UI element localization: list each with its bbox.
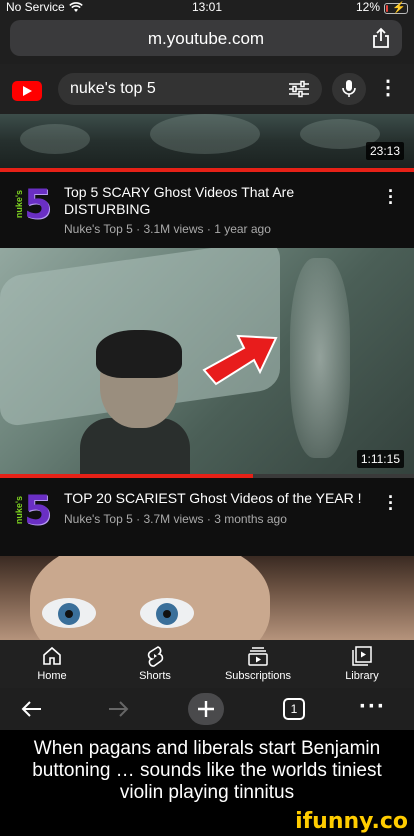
nav-label: Subscriptions bbox=[224, 670, 292, 682]
channel-name[interactable]: Nuke's Top 5 bbox=[64, 222, 133, 236]
youtube-bottom-nav: Home Shorts Subscriptions Library bbox=[0, 640, 414, 688]
mic-icon bbox=[342, 80, 356, 97]
youtube-header: nuke's top 5 ⋮ bbox=[0, 64, 414, 114]
nav-label: Library bbox=[345, 670, 379, 682]
search-query[interactable]: nuke's top 5 bbox=[70, 80, 156, 98]
subscriptions-icon bbox=[248, 647, 268, 666]
avatar-text: nuke's bbox=[14, 190, 24, 219]
thumbnail-detail bbox=[150, 114, 260, 154]
filter-icon[interactable] bbox=[288, 80, 310, 98]
shorts-icon bbox=[147, 646, 164, 667]
nav-home[interactable]: Home bbox=[2, 644, 102, 682]
charging-bolt-icon: ⚡ bbox=[392, 1, 406, 14]
thumbnail-detail bbox=[20, 124, 90, 154]
thumbnail-ghost bbox=[290, 258, 350, 458]
nav-library[interactable]: Library bbox=[312, 644, 412, 682]
video-subtitle: Nuke's Top 5 · 3.1M views · 1 year ago bbox=[64, 222, 271, 236]
video-thumbnail[interactable]: 1:11:15 bbox=[0, 248, 414, 474]
forward-arrow-icon[interactable] bbox=[106, 697, 130, 721]
upload-age: 1 year ago bbox=[214, 222, 271, 236]
red-arrow-icon bbox=[202, 334, 278, 386]
tab-switcher-button[interactable]: 1 bbox=[283, 698, 305, 720]
video-thumbnail[interactable] bbox=[0, 556, 414, 642]
video-duration: 1:11:15 bbox=[356, 450, 404, 468]
video-menu-icon[interactable]: · · · bbox=[388, 488, 394, 518]
plus-icon bbox=[198, 701, 214, 717]
video-menu-icon[interactable]: · · · bbox=[388, 182, 394, 212]
share-icon[interactable] bbox=[372, 27, 390, 49]
thumbnail-figure bbox=[96, 330, 182, 378]
meme-caption: When pagans and liberals start Benjamin … bbox=[0, 730, 414, 836]
search-box[interactable]: nuke's top 5 bbox=[58, 73, 322, 105]
video-thumbnail[interactable]: 23:13 bbox=[0, 114, 414, 168]
avatar-number: 5 bbox=[24, 182, 52, 228]
browser-menu-icon[interactable]: ··· bbox=[359, 695, 386, 719]
video-metadata[interactable]: nuke's 5 Top 5 SCARY Ghost Videos That A… bbox=[0, 172, 414, 248]
status-bar: No Service 13:01 12% ⚡ bbox=[0, 0, 414, 14]
thumbnail-eye bbox=[42, 598, 96, 628]
address-bar[interactable]: m.youtube.com bbox=[10, 20, 402, 56]
battery-fill bbox=[386, 4, 389, 12]
channel-avatar[interactable]: nuke's 5 bbox=[14, 488, 52, 534]
library-icon bbox=[352, 646, 372, 666]
video-title[interactable]: Top 5 SCARY Ghost Videos That Are DISTUR… bbox=[64, 184, 364, 218]
view-count: 3.7M views bbox=[143, 512, 204, 526]
watermark: ifunny.co bbox=[295, 809, 408, 834]
browser-toolbar: 1 ··· bbox=[0, 688, 414, 730]
channel-avatar[interactable]: nuke's 5 bbox=[14, 182, 52, 228]
voice-search-button[interactable] bbox=[332, 73, 366, 105]
video-subtitle: Nuke's Top 5 · 3.7M views · 3 months ago bbox=[64, 512, 287, 526]
url-text[interactable]: m.youtube.com bbox=[10, 29, 402, 49]
back-arrow-icon[interactable] bbox=[20, 697, 44, 721]
video-title[interactable]: TOP 20 SCARIEST Ghost Videos of the YEAR… bbox=[64, 490, 364, 507]
nav-label: Home bbox=[37, 670, 67, 682]
video-duration: 23:13 bbox=[365, 142, 404, 160]
home-icon bbox=[43, 646, 61, 665]
browser-address-area: m.youtube.com bbox=[0, 14, 414, 64]
battery-percent: 12% bbox=[355, 0, 380, 14]
thumbnail-eye bbox=[140, 598, 194, 628]
view-count: 3.1M views bbox=[143, 222, 204, 236]
nav-subscriptions[interactable]: Subscriptions bbox=[208, 644, 308, 682]
video-metadata[interactable]: nuke's 5 TOP 20 SCARIEST Ghost Videos of… bbox=[0, 478, 414, 556]
avatar-number: 5 bbox=[24, 488, 52, 534]
avatar-text: nuke's bbox=[14, 496, 24, 525]
upload-age: 3 months ago bbox=[214, 512, 287, 526]
clock: 13:01 bbox=[191, 0, 223, 14]
more-options-icon[interactable]: ⋮ bbox=[378, 78, 398, 98]
battery-icon: ⚡ bbox=[384, 1, 408, 14]
new-tab-button[interactable] bbox=[188, 693, 224, 725]
nav-shorts[interactable]: Shorts bbox=[105, 644, 205, 682]
channel-name[interactable]: Nuke's Top 5 bbox=[64, 512, 133, 526]
youtube-logo-icon[interactable] bbox=[12, 81, 42, 101]
status-right: 12% ⚡ bbox=[356, 0, 408, 14]
nav-label: Shorts bbox=[139, 670, 171, 682]
caption-text: When pagans and liberals start Benjamin … bbox=[32, 738, 382, 803]
